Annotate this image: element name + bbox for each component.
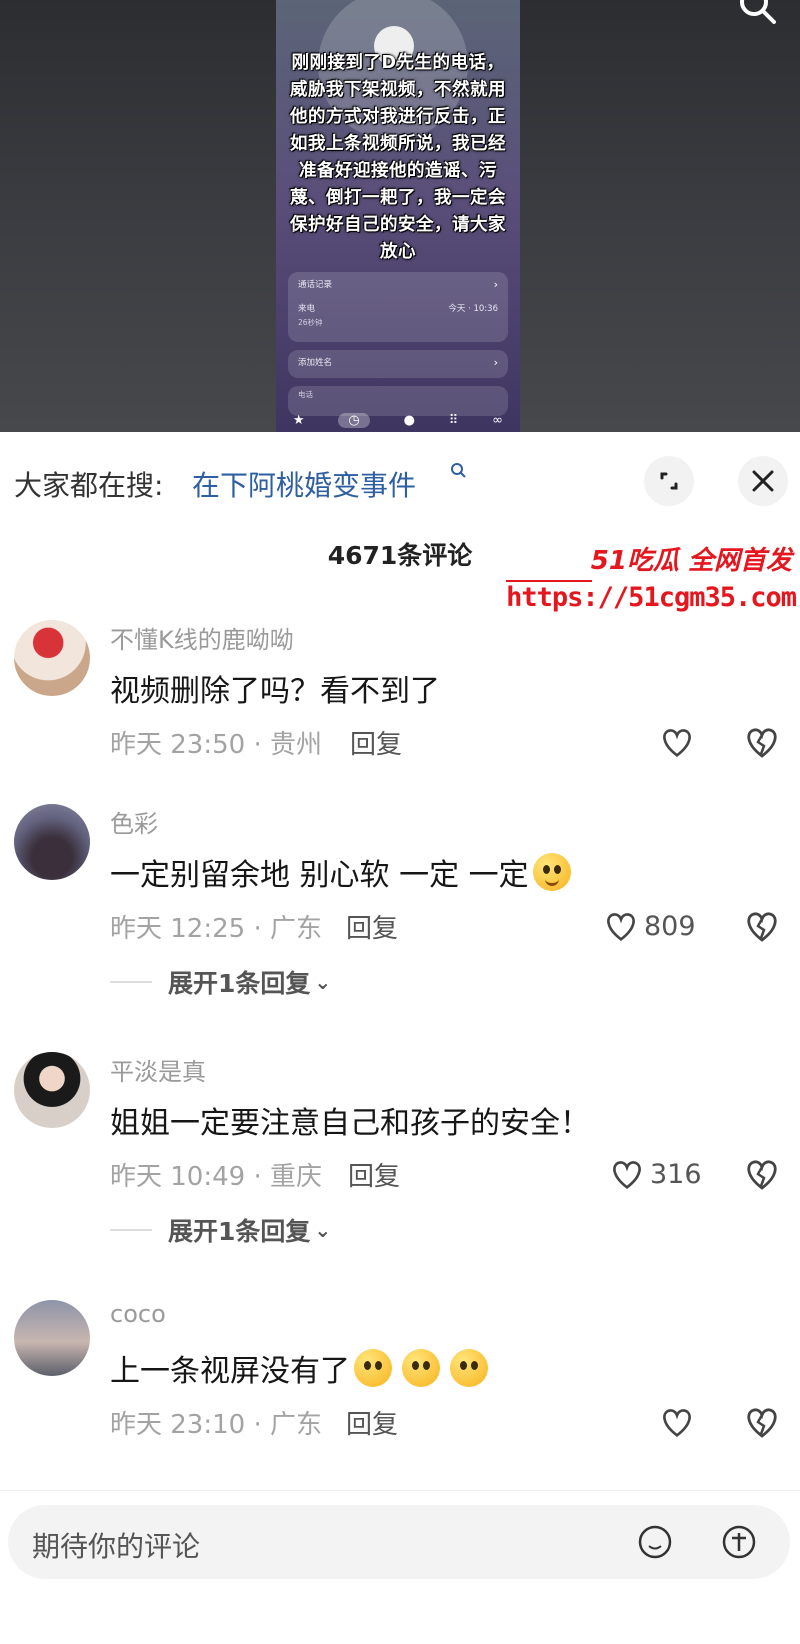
like-count: 809	[644, 910, 696, 942]
comment-input-bar: 期待你的评论	[0, 1490, 800, 1644]
comment-time-location: 昨天 12:25 · 广东	[110, 914, 322, 944]
watermark: 51吃瓜 全网首发 https://51cgm35.com	[500, 540, 800, 630]
voicemail-icon: ∞	[492, 412, 504, 428]
broken-heart-icon[interactable]	[742, 722, 782, 762]
broken-heart-icon[interactable]	[742, 1154, 782, 1194]
divider	[110, 1229, 152, 1231]
expand-replies-button[interactable]: 展开1条回复 ⌄	[110, 1212, 331, 1248]
broken-heart-icon[interactable]	[742, 1402, 782, 1442]
chevron-right-icon: ›	[493, 278, 498, 291]
call-time: 今天 · 10:36	[448, 304, 498, 314]
comment-time-location: 昨天 10:49 · 重庆	[110, 1162, 322, 1192]
watermark-url: https://51cgm35.com	[506, 582, 797, 613]
trending-link[interactable]: 在下阿桃婚变事件	[192, 464, 416, 504]
comment-text: 视频删除了吗？看不到了	[110, 674, 440, 709]
comment-username[interactable]: 平淡是真	[110, 1052, 206, 1087]
chevron-right-icon: ›	[493, 356, 498, 369]
chevron-down-icon: ⌄	[314, 1218, 332, 1242]
video-screenshot: 刚刚接到了D先生的电话，威胁我下架视频，不然就用他的方式对我进行反击，正如我上条…	[276, 0, 520, 432]
keypad-icon: ⠿	[448, 412, 459, 428]
heart-icon	[613, 1161, 641, 1189]
gift-icon[interactable]	[720, 1523, 758, 1561]
comment-input[interactable]: 期待你的评论	[8, 1505, 790, 1579]
reply-button[interactable]: 回复	[350, 724, 402, 761]
cry-emoji-icon	[402, 1349, 440, 1387]
comment-username[interactable]: 不懂K线的鹿呦呦	[110, 620, 294, 655]
heart-icon	[607, 913, 635, 941]
watermark-brand: 51吃瓜 全网首发	[590, 546, 792, 576]
divider	[110, 981, 152, 983]
cry-emoji-icon	[450, 1349, 488, 1387]
avatar[interactable]	[14, 804, 90, 880]
broken-heart-icon[interactable]	[742, 906, 782, 946]
close-button[interactable]	[738, 456, 788, 506]
comment-item: coco 上一条视屏没有了 昨天 23:10 · 广东 回复	[0, 1300, 800, 1470]
trending-label: 大家都在搜:	[14, 469, 164, 502]
comment-item: 色彩 一定别留余地 别心软 一定 一定 昨天 12:25 · 广东 回复 809…	[0, 804, 800, 1014]
like-button[interactable]	[658, 722, 700, 762]
add-name-card: 添加姓名 ›	[288, 350, 508, 378]
star-icon: ★	[292, 412, 305, 428]
reply-button[interactable]: 回复	[346, 1404, 398, 1441]
comment-time-location: 昨天 23:10 · 广东	[110, 1410, 322, 1440]
chevron-down-icon: ⌄	[314, 970, 332, 994]
phone-dock: ★ ◷ ● ⠿ ∞	[276, 408, 520, 432]
avatar[interactable]	[14, 1300, 90, 1376]
comment-username[interactable]: 色彩	[110, 804, 158, 839]
comment-text: 上一条视屏没有了	[110, 1354, 350, 1389]
call-duration: 26秒钟	[298, 318, 323, 327]
heart-icon	[663, 1409, 691, 1437]
like-count: 316	[650, 1158, 702, 1190]
expand-replies-label: 展开1条回复	[168, 969, 311, 998]
comment-text: 姐姐一定要注意自己和孩子的安全！	[110, 1106, 590, 1141]
like-button[interactable]	[658, 1402, 700, 1442]
avatar[interactable]	[14, 620, 90, 696]
add-name-label: 添加姓名	[298, 358, 333, 368]
phone-label: 电话	[298, 390, 313, 399]
smile-emoji-icon	[532, 853, 571, 891]
expand-replies-label: 展开1条回复	[168, 1217, 311, 1246]
reply-button[interactable]: 回复	[348, 1156, 400, 1193]
close-icon	[752, 470, 774, 492]
comment-text-row: 上一条视屏没有了	[110, 1346, 488, 1390]
contact-icon: ●	[403, 412, 415, 428]
fullscreen-button[interactable]	[644, 456, 694, 506]
like-button[interactable]: 316	[608, 1154, 702, 1194]
comment-item: 不懂K线的鹿呦呦 视频删除了吗？看不到了 昨天 23:50 · 贵州 回复	[0, 620, 800, 780]
like-button[interactable]: 809	[602, 906, 696, 946]
call-records-label: 通话记录	[298, 280, 333, 290]
expand-replies-button[interactable]: 展开1条回复 ⌄	[110, 964, 331, 1000]
comment-username[interactable]: coco	[110, 1300, 166, 1328]
incoming-label: 来电	[298, 304, 316, 314]
comment-time-location: 昨天 23:50 · 贵州	[110, 730, 322, 760]
comment-input-placeholder: 期待你的评论	[32, 1530, 201, 1563]
reply-button[interactable]: 回复	[346, 908, 398, 945]
clock-icon: ◷	[338, 412, 370, 428]
trending-search-bar: 大家都在搜: 在下阿桃婚变事件	[0, 432, 800, 536]
comment-item: 平淡是真 姐姐一定要注意自己和孩子的安全！ 昨天 10:49 · 重庆 回复 3…	[0, 1052, 800, 1262]
search-icon[interactable]	[734, 0, 778, 32]
search-icon[interactable]	[450, 462, 466, 478]
fullscreen-icon	[660, 472, 678, 490]
heart-icon	[663, 729, 691, 757]
video-player[interactable]: 刚刚接到了D先生的电话，威胁我下架视频，不然就用他的方式对我进行反击，正如我上条…	[0, 0, 800, 432]
video-caption: 刚刚接到了D先生的电话，威胁我下架视频，不然就用他的方式对我进行反击，正如我上条…	[290, 53, 506, 262]
emoji-icon[interactable]	[636, 1523, 674, 1561]
call-records-card: 通话记录 › 来电 今天 · 10:36 26秒钟	[288, 272, 508, 342]
comment-text-row: 一定别留余地 别心软 一定 一定	[110, 850, 571, 894]
cry-emoji-icon	[354, 1349, 392, 1387]
comment-text: 一定别留余地 别心软 一定 一定	[110, 858, 529, 893]
avatar[interactable]	[14, 1052, 90, 1128]
